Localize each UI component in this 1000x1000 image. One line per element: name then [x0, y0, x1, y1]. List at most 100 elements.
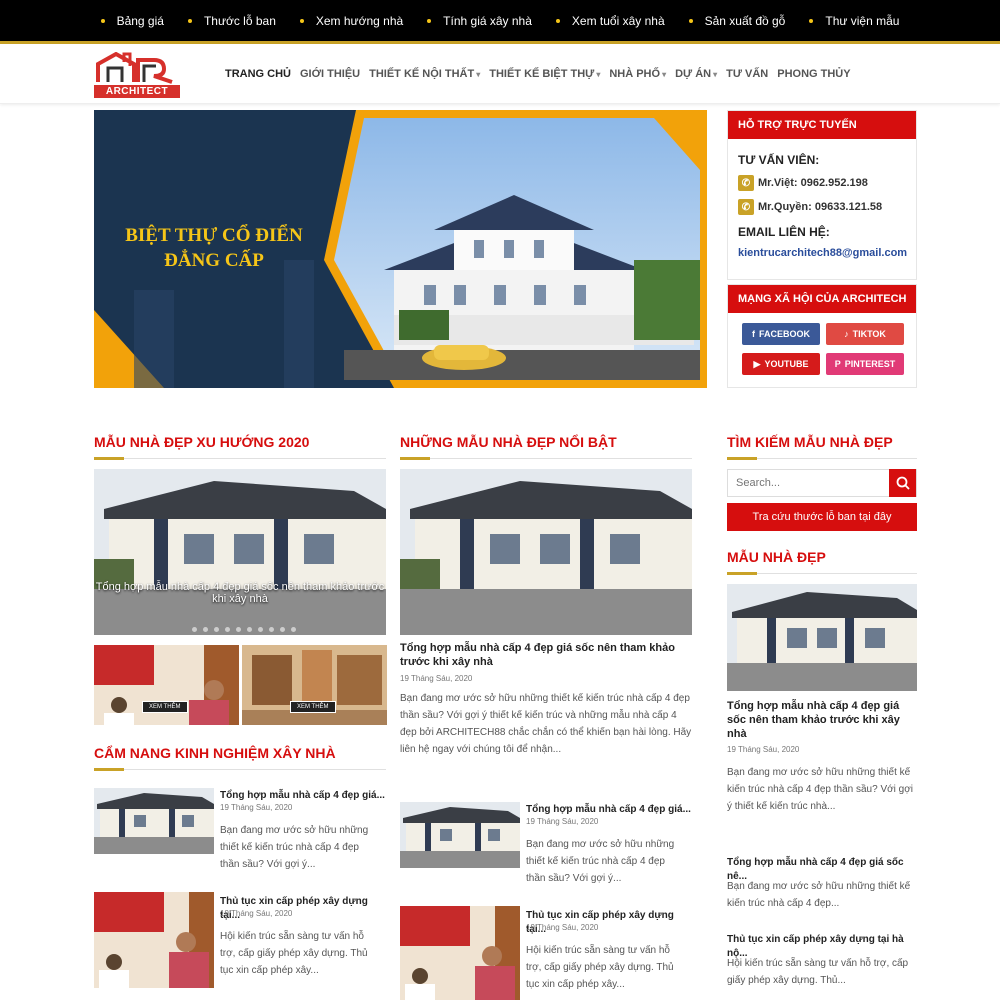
- topbar-link[interactable]: Xem hướng nhà: [288, 14, 415, 28]
- nav-item-home[interactable]: TRANG CHỦ: [225, 68, 291, 80]
- email-label: EMAIL LIÊN HỆ:: [738, 225, 830, 239]
- search-button[interactable]: [889, 469, 916, 497]
- handbook-post-image[interactable]: [94, 788, 214, 854]
- sidebar-post-image[interactable]: [727, 584, 917, 691]
- post-excerpt: Hội kiến trúc sẵn sàng tư vấn hỗ trợ, cấ…: [526, 945, 674, 990]
- nav-item-projects[interactable]: DỰ ÁN ▾: [675, 68, 717, 80]
- topbar-link[interactable]: Thước lỗ ban: [176, 14, 288, 28]
- post-excerpt: Bạn đang mơ ước sở hữu những thiết kế ki…: [400, 693, 692, 755]
- banner-headline: BIỆT THỰ CỔ ĐIỂN ĐẲNG CẤP: [125, 225, 303, 271]
- slide-caption: Tổng hợp mẫu nhà cấp 4 đẹp giá sốc nên t…: [95, 581, 385, 605]
- social-title: MẠNG XÃ HỘI CỦA ARCHITECH: [728, 285, 916, 313]
- permit-office-image: [400, 906, 520, 1000]
- social-box: MẠNG XÃ HỘI CỦA ARCHITECH f FACEBOOK ♪ TIK…: [727, 284, 917, 388]
- permit-office-image: [94, 645, 239, 725]
- search-box: [727, 469, 917, 497]
- section-divider: [727, 572, 917, 575]
- feng-shui-ruler-button[interactable]: Tra cứu thước lỗ ban tại đây: [727, 503, 917, 531]
- bullet-icon: [809, 18, 814, 23]
- slider-dots[interactable]: [192, 627, 296, 632]
- facebook-button[interactable]: f FACEBOOK: [742, 323, 820, 345]
- view-more-button[interactable]: XEM THÊM: [290, 701, 336, 713]
- nav-item-villa[interactable]: THIẾT KẾ BIỆT THỰ ▾: [489, 68, 600, 80]
- sidebar-list-excerpt: Bạn đang mơ ước sở hữu những thiết kế ki…: [727, 881, 911, 909]
- site-logo[interactable]: ARCHITECT: [94, 51, 180, 100]
- chevron-down-icon: ▾: [596, 69, 601, 79]
- post-date: 19 Tháng Sáu, 2020: [526, 923, 599, 932]
- phone-row[interactable]: ✆ Mr.Việt: 0962.952.198: [738, 175, 906, 191]
- consultant-label: TƯ VẤN VIÊN:: [738, 153, 820, 167]
- tile-furniture[interactable]: XEM THÊM: [242, 645, 387, 725]
- post-date: 19 Tháng Sáu, 2020: [220, 803, 293, 812]
- featured-post-image[interactable]: [400, 469, 692, 635]
- phone-icon: ✆: [738, 175, 754, 191]
- nav-item-consult[interactable]: TƯ VẤN: [726, 68, 768, 80]
- house-image: [400, 469, 692, 635]
- post-date: 19 Tháng Sáu, 2020: [220, 909, 293, 918]
- nav-item-interior[interactable]: THIẾT KẾ NỘI THẤT ▾: [369, 68, 480, 80]
- featured-post-title[interactable]: Tổng hợp mẫu nhà cấp 4 đẹp giá sốc nên t…: [400, 641, 692, 669]
- support-title: HỖ TRỢ TRỰC TUYẾN: [728, 111, 916, 139]
- permit-office-image: [94, 892, 214, 988]
- bullet-icon: [299, 18, 304, 23]
- post-excerpt: Bạn đang mơ ước sở hữu những thiết kế ki…: [727, 767, 914, 812]
- tile-permit[interactable]: XEM THÊM: [94, 645, 239, 725]
- nav-item-townhouse[interactable]: NHÀ PHỐ ▾: [609, 68, 666, 80]
- post-excerpt: Bạn đang mơ ước sở hữu những thiết kế ki…: [526, 839, 675, 884]
- trend-slider[interactable]: Tổng hợp mẫu nhà cấp 4 đẹp giá sốc nên t…: [94, 469, 386, 635]
- house-image: [727, 584, 917, 691]
- youtube-button[interactable]: ▶ YOUTUBE: [742, 353, 820, 375]
- sidebar-list-excerpt: Hội kiến trúc sẵn sàng tư vấn hỗ trợ, cấ…: [727, 958, 909, 986]
- section-title-beautiful: MẪU NHÀ ĐẸP: [727, 549, 826, 565]
- post-excerpt: Hội kiến trúc sẵn sàng tư vấn hỗ trợ, cấ…: [220, 931, 368, 976]
- top-bar: Bảng giá Thước lỗ ban Xem hướng nhà Tính…: [0, 0, 1000, 44]
- house-image: [94, 788, 214, 854]
- search-icon: [896, 476, 910, 490]
- chevron-down-icon: ▾: [662, 69, 667, 79]
- pinterest-button[interactable]: P PINTEREST: [826, 353, 904, 375]
- tiktok-icon: ♪: [844, 329, 849, 339]
- chevron-down-icon: ▾: [476, 69, 481, 79]
- bullet-icon: [187, 18, 192, 23]
- pinterest-icon: P: [834, 359, 841, 369]
- topbar-link[interactable]: Xem tuổi xây nhà: [544, 14, 677, 28]
- handbook-post-title[interactable]: Tổng hợp mẫu nhà cấp 4 đẹp giá...: [220, 789, 390, 803]
- nav-item-about[interactable]: GIỚI THIỆU: [300, 68, 360, 80]
- online-support-box: HỖ TRỢ TRỰC TUYẾN TƯ VẤN VIÊN: ✆ Mr.Việt:…: [727, 110, 917, 280]
- topbar-link[interactable]: Thư viện mẫu: [797, 14, 911, 28]
- main-nav: TRANG CHỦ GIỚI THIỆU THIẾT KẾ NỘI THẤT ▾ …: [225, 44, 860, 104]
- phone-row[interactable]: ✆ Mr.Quyền: 09633.121.58: [738, 199, 906, 215]
- handbook-post-title[interactable]: Tổng hợp mẫu nhà cấp 4 đẹp giá...: [526, 803, 696, 817]
- topbar-link[interactable]: Tính giá xây nhà: [415, 14, 544, 28]
- house-image: [400, 802, 520, 868]
- tiktok-button[interactable]: ♪ TIKTOK: [826, 323, 904, 345]
- phone-icon: ✆: [738, 199, 754, 215]
- sidebar-post-title[interactable]: Tổng hợp mẫu nhà cấp 4 đẹp giá sốc nên t…: [727, 699, 917, 741]
- bullet-icon: [100, 18, 105, 23]
- handbook-post-image[interactable]: [94, 892, 214, 988]
- topbar-link[interactable]: Sản xuất đồ gỗ: [677, 14, 798, 28]
- handbook-post-image[interactable]: [400, 802, 520, 868]
- nav-item-fengshui[interactable]: PHONG THỦY: [777, 68, 850, 80]
- search-input[interactable]: [728, 470, 891, 496]
- section-title-featured: NHỮNG MẪU NHÀ ĐẸP NỔI BẬT: [400, 434, 617, 450]
- house-logo-icon: [96, 51, 173, 84]
- site-header: ARCHITECT TRANG CHỦ GIỚI THIỆU THIẾT KẾ …: [0, 44, 1000, 104]
- post-date: 19 Tháng Sáu, 2020: [526, 817, 599, 826]
- email-link[interactable]: kientrucarchitech88@gmail.com: [738, 247, 907, 259]
- post-excerpt: Bạn đang mơ ước sở hữu những thiết kế ki…: [220, 825, 369, 870]
- logo-text: ARCHITECT: [94, 85, 180, 98]
- handbook-post-image[interactable]: [400, 906, 520, 1000]
- hero-banner[interactable]: BIỆT THỰ CỔ ĐIỂN ĐẲNG CẤP: [94, 110, 707, 388]
- section-title-handbook: CẨM NANG KINH NGHIỆM XÂY NHÀ: [94, 745, 336, 761]
- bullet-icon: [555, 18, 560, 23]
- section-title-search: TÌM KIẾM MẪU NHÀ ĐẸP: [727, 434, 893, 450]
- view-more-button[interactable]: XEM THÊM: [142, 701, 188, 713]
- post-date: 19 Tháng Sáu, 2020: [727, 745, 800, 754]
- topbar-link[interactable]: Bảng giá: [89, 14, 176, 28]
- section-divider: [727, 457, 917, 460]
- section-divider: [400, 457, 692, 460]
- section-divider: [94, 457, 386, 460]
- section-divider: [94, 768, 386, 771]
- bullet-icon: [427, 18, 432, 23]
